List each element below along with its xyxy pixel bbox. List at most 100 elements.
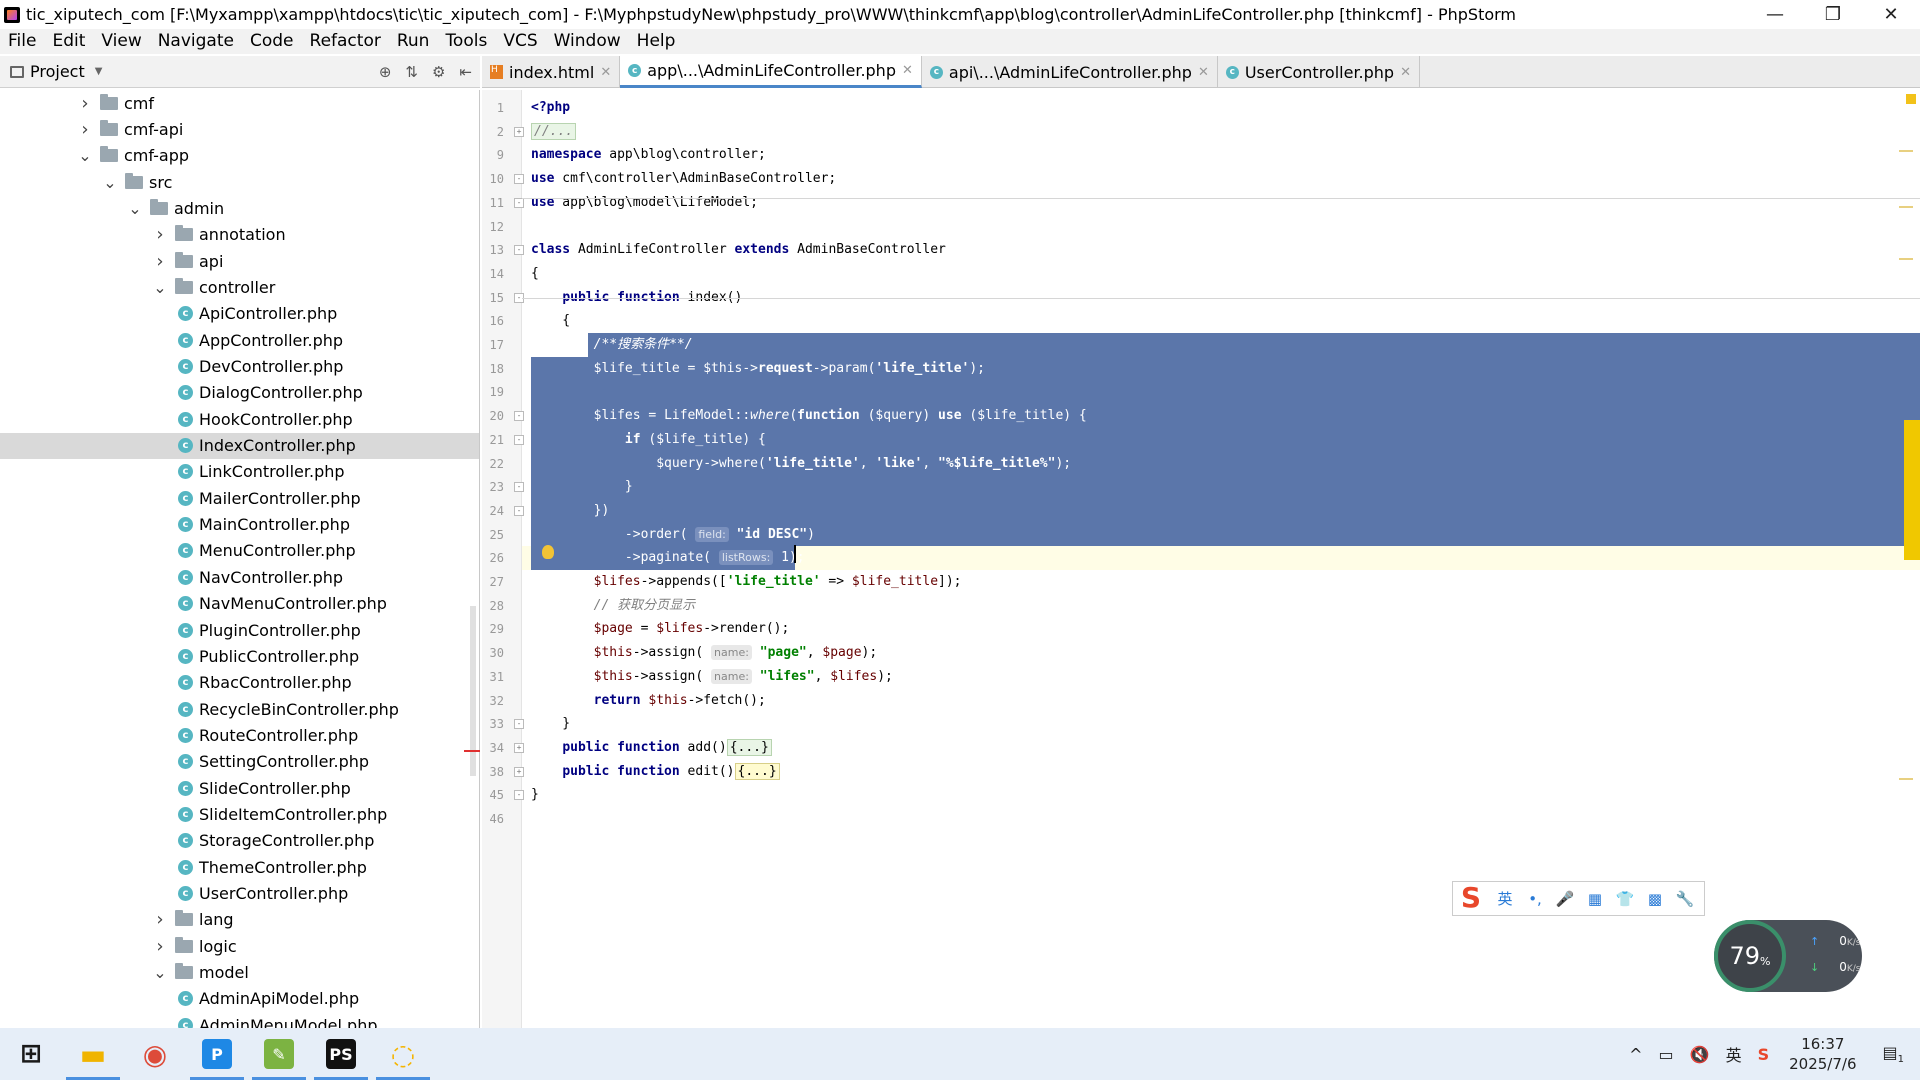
code-line[interactable]: $lifes = LifeModel::where(function ($que…	[531, 404, 1087, 428]
code-line[interactable]: })	[531, 499, 610, 523]
sogou-logo-icon[interactable]: S	[1455, 882, 1487, 915]
minimize-button[interactable]: —	[1746, 0, 1804, 29]
tree-file[interactable]: c StorageController.php	[0, 828, 479, 854]
system-clock[interactable]: 16:37 2025/7/6	[1789, 1034, 1856, 1074]
code-line[interactable]: $life_title = $this->request->param('lif…	[531, 357, 985, 381]
hide-panel-icon[interactable]: ⇤	[459, 63, 472, 81]
code-line[interactable]: }	[531, 783, 539, 807]
taskbar-phpstorm[interactable]: PS	[310, 1028, 372, 1080]
code-line[interactable]: use app\blog\model\LifeModel;	[531, 191, 758, 215]
volume-muted-icon[interactable]: 🔇	[1690, 1045, 1710, 1064]
ime-language-toggle[interactable]: 英	[1493, 888, 1517, 909]
tree-file[interactable]: c RouteController.php	[0, 722, 479, 748]
fold-toggle-icon[interactable]: +	[514, 766, 524, 777]
inspection-status-icon[interactable]	[1906, 94, 1916, 104]
fold-toggle-icon[interactable]: -	[514, 411, 524, 422]
maximize-button[interactable]: ❐	[1804, 0, 1862, 29]
scroll-mark[interactable]	[1899, 150, 1913, 152]
code-line[interactable]: //...	[531, 120, 577, 144]
code-line[interactable]: }	[531, 475, 633, 499]
code-line[interactable]: $this->assign( name: "lifes", $lifes);	[531, 665, 893, 689]
tree-file[interactable]: c MenuController.php	[0, 538, 479, 564]
tree-file[interactable]: c PublicController.php	[0, 643, 479, 669]
chevron-right-icon[interactable]: ›	[153, 909, 167, 930]
tree-folder[interactable]: › cmf-api	[0, 116, 479, 142]
locate-target-icon[interactable]: ⊕	[379, 63, 392, 81]
chevron-down-icon[interactable]: ▼	[95, 66, 103, 77]
menu-view[interactable]: View	[93, 29, 149, 54]
ime-keyboard-icon[interactable]: ▦	[1583, 890, 1607, 908]
chevron-down-icon[interactable]: ⌄	[153, 278, 167, 297]
code-line[interactable]: {	[531, 262, 539, 286]
menu-run[interactable]: Run	[389, 29, 438, 54]
code-line[interactable]: {	[531, 309, 570, 333]
tree-file[interactable]: c IndexController.php	[0, 432, 479, 459]
close-tab-icon[interactable]: ✕	[1400, 65, 1411, 80]
tree-file[interactable]: c ThemeController.php	[0, 854, 479, 880]
fold-toggle-icon[interactable]: -	[514, 197, 524, 208]
chevron-right-icon[interactable]: ›	[153, 224, 167, 245]
battery-icon[interactable]: ▭	[1659, 1045, 1674, 1064]
network-meter-widget[interactable]: 79% ↑ 0K/s ↓ 0K/s	[1714, 920, 1862, 992]
code-line[interactable]: namespace app\blog\controller;	[531, 143, 766, 167]
close-window-button[interactable]: ✕	[1862, 0, 1920, 29]
close-tab-icon[interactable]: ✕	[600, 65, 611, 80]
fold-toggle-icon[interactable]: -	[514, 505, 524, 516]
project-dropdown[interactable]: Project	[30, 62, 85, 81]
menu-navigate[interactable]: Navigate	[150, 29, 242, 54]
menu-file[interactable]: File	[0, 29, 44, 54]
input-language-icon[interactable]: 英	[1726, 1042, 1742, 1066]
tree-folder[interactable]: › cmf	[0, 90, 479, 116]
code-line[interactable]: $page = $lifes->render();	[531, 617, 790, 641]
taskbar-windows-start[interactable]: ⊞	[0, 1028, 62, 1080]
tree-file[interactable]: c LinkController.php	[0, 459, 479, 485]
ime-microphone-icon[interactable]: 🎤	[1553, 890, 1577, 908]
menu-help[interactable]: Help	[629, 29, 684, 54]
ime-toolbox-icon[interactable]: ▩	[1643, 890, 1667, 908]
tree-file[interactable]: c MailerController.php	[0, 485, 479, 511]
chevron-right-icon[interactable]: ›	[78, 119, 92, 140]
tray-overflow-icon[interactable]: ^	[1629, 1045, 1642, 1064]
close-tab-icon[interactable]: ✕	[1198, 65, 1209, 80]
code-line[interactable]: $query->where('life_title', 'like', "%$l…	[531, 452, 1071, 476]
tree-folder[interactable]: ⌄ cmf-app	[0, 143, 479, 169]
chevron-right-icon[interactable]: ›	[153, 251, 167, 272]
code-line[interactable]: /**搜索条件**/	[531, 333, 693, 357]
fold-toggle-icon[interactable]: +	[514, 126, 524, 137]
tree-folder[interactable]: › lang	[0, 907, 479, 933]
fold-toggle-icon[interactable]: -	[514, 434, 524, 445]
tree-file[interactable]: c SettingController.php	[0, 749, 479, 775]
tree-folder[interactable]: › api	[0, 248, 479, 274]
taskbar-file-explorer[interactable]: ▬	[62, 1028, 124, 1080]
tree-file[interactable]: c PluginController.php	[0, 617, 479, 643]
tree-folder[interactable]: ⌄ admin	[0, 195, 479, 221]
fold-toggle-icon[interactable]: -	[514, 174, 524, 185]
editor-scrollbar-thumb[interactable]	[1904, 420, 1920, 560]
fold-toggle-icon[interactable]: +	[514, 742, 524, 753]
editor-tab[interactable]: c UserController.php ✕	[1218, 56, 1420, 88]
tree-folder[interactable]: ⌄ controller	[0, 274, 479, 300]
tree-file[interactable]: c RecycleBinController.php	[0, 696, 479, 722]
code-line[interactable]: public function add() {...}	[531, 736, 772, 760]
chevron-down-icon[interactable]: ⌄	[103, 173, 117, 192]
close-tab-icon[interactable]: ✕	[902, 63, 913, 78]
editor-tab[interactable]: index.html ✕	[482, 56, 621, 88]
chevron-right-icon[interactable]: ›	[153, 936, 167, 957]
code-line[interactable]: if ($life_title) {	[531, 428, 766, 452]
menu-tools[interactable]: Tools	[437, 29, 495, 54]
code-line[interactable]: <?php	[531, 96, 570, 120]
taskbar-notepad-plus[interactable]: ✎	[248, 1028, 310, 1080]
taskbar-navicat[interactable]: ◌	[372, 1028, 434, 1080]
scroll-mark[interactable]	[1899, 258, 1913, 260]
code-line[interactable]: }	[531, 712, 570, 736]
taskbar-phpstudy[interactable]: P	[186, 1028, 248, 1080]
collapse-all-icon[interactable]: ⇅	[405, 63, 418, 81]
tree-file[interactable]: c ApiController.php	[0, 301, 479, 327]
tree-file[interactable]: c MainController.php	[0, 512, 479, 538]
intention-bulb-icon[interactable]	[542, 545, 554, 559]
code-line[interactable]: use cmf\controller\AdminBaseController;	[531, 167, 836, 191]
tree-folder[interactable]: ⌄ model	[0, 960, 479, 986]
tree-file[interactable]: c DevController.php	[0, 354, 479, 380]
tree-file[interactable]: c AdminMenuModel.php	[0, 1012, 479, 1028]
code-line[interactable]: // 获取分页显示	[531, 594, 695, 618]
